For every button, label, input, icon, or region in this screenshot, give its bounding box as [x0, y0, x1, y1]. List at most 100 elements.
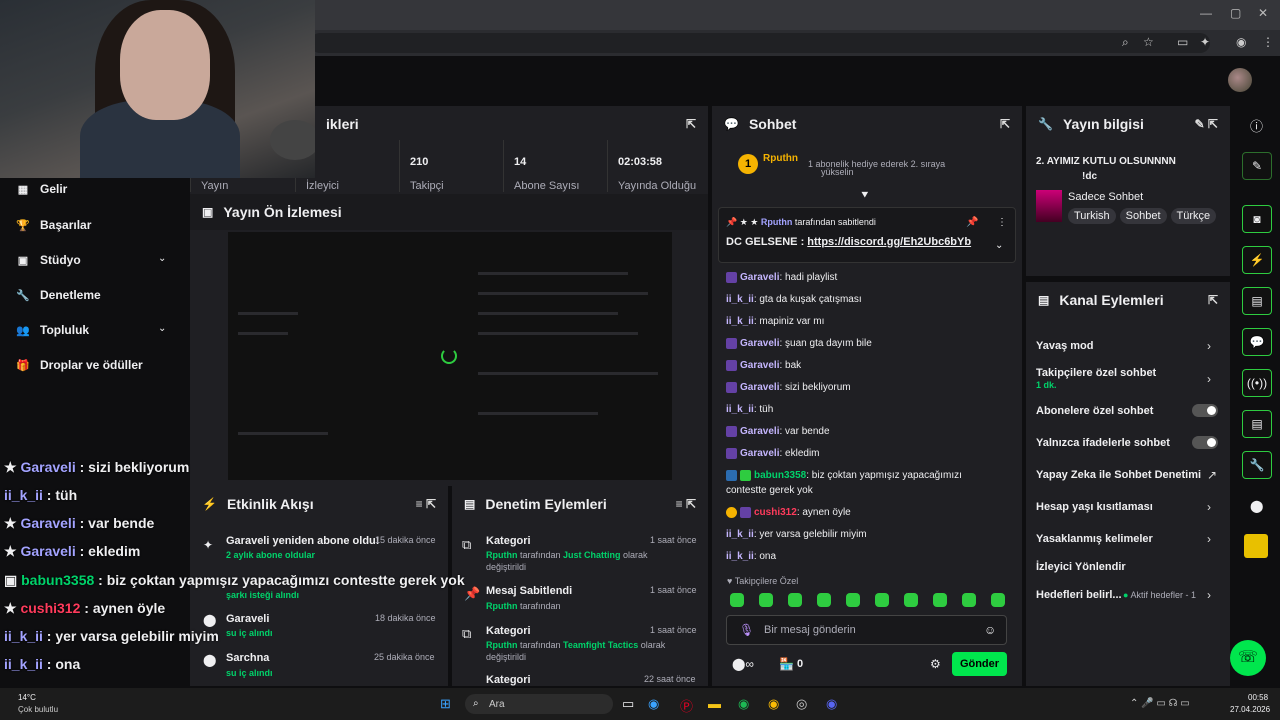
chevron-right-icon[interactable]: ›	[1207, 500, 1211, 514]
action-goals[interactable]: Hedefleri belirl...	[1036, 589, 1122, 601]
clock-time[interactable]: 00:58	[1248, 693, 1268, 702]
emote-icon[interactable]	[759, 593, 773, 607]
minimize-button[interactable]: —	[1200, 6, 1212, 20]
external-link-icon[interactable]: ↗	[1207, 468, 1217, 482]
tray-icons[interactable]: ⌃ 🎤 ▭ ☊ ▭	[1130, 698, 1190, 709]
maximize-button[interactable]: ▢	[1230, 6, 1241, 20]
pin-icon[interactable]: 📌	[966, 217, 978, 228]
app-icon[interactable]: ◎	[796, 696, 807, 712]
notes-button[interactable]: ▤	[1242, 287, 1272, 315]
more-icon[interactable]: ⋮	[997, 217, 1007, 228]
category-name[interactable]: Sadece Sohbet	[1068, 191, 1143, 203]
support-button[interactable]: ☏	[1230, 640, 1266, 676]
action-followers-only[interactable]: Takipçilere özel sohbet	[1036, 367, 1156, 379]
nav-community[interactable]: 👥 Topluluk	[16, 323, 89, 337]
clock-date[interactable]: 27.04.2026	[1230, 705, 1270, 714]
pinterest-icon[interactable]: Ⓟ	[680, 696, 693, 715]
chevron-down-icon[interactable]: ⌄	[995, 240, 1003, 251]
collapse-icon[interactable]: ⯆	[860, 188, 870, 203]
edit-popout-icon[interactable]: ✎ ⇱	[1195, 117, 1218, 131]
microphone-icon[interactable]: 🎙	[739, 623, 754, 637]
emote-icon[interactable]	[904, 593, 918, 607]
nav-studio[interactable]: ▣ Stüdyo	[16, 253, 81, 267]
edge-icon[interactable]: ◉	[648, 696, 659, 712]
folder-icon[interactable]: ▬	[708, 696, 721, 711]
emote-icon[interactable]	[788, 593, 802, 607]
windows-start-icon[interactable]: ⊞	[440, 696, 451, 712]
filter-icon[interactable]: ≡ ⇱	[676, 497, 696, 511]
emote-only-toggle[interactable]	[1192, 436, 1218, 449]
subscribers-only-toggle[interactable]	[1192, 404, 1218, 417]
channel-button[interactable]: ▤	[1242, 410, 1272, 438]
action-raid[interactable]: İzleyici Yönlendir	[1036, 561, 1126, 573]
filter-icon[interactable]: ≡ ⇱	[416, 497, 436, 511]
discord-icon[interactable]: ◉	[826, 696, 837, 712]
spotify-icon[interactable]: ◉	[738, 696, 749, 712]
nav-drops-rewards[interactable]: 🎁 Droplar ve ödüller	[16, 358, 143, 372]
gift-sub-prompt-2[interactable]: yükselin	[821, 167, 854, 177]
action-slow-mode[interactable]: Yavaş mod	[1036, 340, 1093, 352]
send-button[interactable]: Gönder	[952, 652, 1007, 676]
chevron-down-icon[interactable]: ⌄	[158, 253, 166, 264]
stream-preview-video[interactable]	[228, 232, 672, 480]
action-ai-moderation[interactable]: Yapay Zeka ile Sohbet Denetimi	[1036, 469, 1201, 481]
chrome-icon[interactable]: ◉	[768, 696, 779, 712]
extension-icon[interactable]	[1244, 534, 1268, 558]
wrench-button[interactable]: 🔧	[1242, 451, 1272, 479]
lightning-button[interactable]: ⚡	[1242, 246, 1272, 274]
avatar[interactable]	[1228, 68, 1252, 92]
profile-icon[interactable]: ◉	[1236, 35, 1246, 49]
chevron-right-icon[interactable]: ›	[1207, 588, 1211, 602]
chevron-down-icon[interactable]: ⌄	[158, 323, 166, 334]
points-icon[interactable]: ⬤	[1250, 499, 1263, 513]
camera-button[interactable]: ◙	[1242, 205, 1272, 233]
popout-icon[interactable]: ⇱	[1208, 293, 1218, 307]
popout-icon[interactable]: ⇱	[686, 117, 696, 131]
mod-item-time: 22 saat önce	[644, 674, 696, 684]
bookmark-star-icon[interactable]: ☆	[1143, 35, 1154, 49]
emote-icon[interactable]	[991, 593, 1005, 607]
chevron-right-icon[interactable]: ›	[1207, 372, 1211, 386]
discord-link[interactable]: https://discord.gg/Eh2Ubc6bYb	[807, 236, 971, 248]
emote-icon[interactable]	[817, 593, 831, 607]
emote-icon[interactable]	[933, 593, 947, 607]
emote-icon[interactable]	[962, 593, 976, 607]
hype-user[interactable]: Rputhn	[763, 153, 798, 164]
gear-icon[interactable]: ⚙	[930, 657, 941, 671]
emoji-icon[interactable]: ☺	[984, 623, 996, 637]
stream-title-2: !dc	[1082, 171, 1097, 182]
store-icon[interactable]: 🏪	[779, 657, 794, 671]
popout-icon[interactable]: ⇱	[1000, 117, 1010, 131]
taskbar-search[interactable]	[465, 694, 613, 714]
extensions-icon[interactable]: ✦	[1200, 35, 1210, 49]
pinned-message[interactable]	[718, 207, 1016, 263]
translate-icon[interactable]: ▭	[1177, 35, 1188, 49]
nav-achievements[interactable]: 🏆 Başarılar	[16, 218, 91, 232]
info-icon[interactable]: ⓘ	[1250, 116, 1263, 135]
chat-icon: 💬	[724, 117, 739, 131]
tag[interactable]: Turkish	[1068, 208, 1116, 224]
chat-button[interactable]: 💬	[1242, 328, 1272, 356]
tag[interactable]: Sohbet	[1119, 208, 1167, 224]
chevron-right-icon[interactable]: ›	[1207, 532, 1211, 546]
points-icon[interactable]: ⬤∞	[732, 657, 754, 671]
emote-icon[interactable]	[875, 593, 889, 607]
nav-moderation[interactable]: 🔧 Denetleme	[16, 288, 101, 302]
tag[interactable]: Türkçe	[1170, 208, 1217, 224]
taskview-icon[interactable]: ▭	[622, 696, 634, 712]
broadcast-button[interactable]: ((•))	[1242, 369, 1272, 397]
close-button[interactable]: ✕	[1258, 6, 1268, 20]
action-account-age[interactable]: Hesap yaşı kısıtlaması	[1036, 501, 1153, 513]
action-banned-words[interactable]: Yasaklanmış kelimeler	[1036, 533, 1153, 545]
weather-temp[interactable]: 14°C	[18, 693, 36, 702]
weather-desc[interactable]: Çok bulutlu	[18, 705, 58, 714]
nav-revenue[interactable]: ▦ Gelir	[16, 182, 68, 196]
zoom-icon[interactable]: ⌕	[1122, 35, 1129, 50]
chevron-right-icon[interactable]: ›	[1207, 339, 1211, 353]
menu-icon[interactable]: ⋮	[1262, 35, 1274, 49]
emote-icon[interactable]	[730, 593, 744, 607]
address-bar[interactable]	[310, 33, 1210, 53]
emote-icon[interactable]	[846, 593, 860, 607]
feed-item-title: Garaveli	[226, 613, 270, 625]
edit-button[interactable]: ✎	[1242, 152, 1272, 180]
